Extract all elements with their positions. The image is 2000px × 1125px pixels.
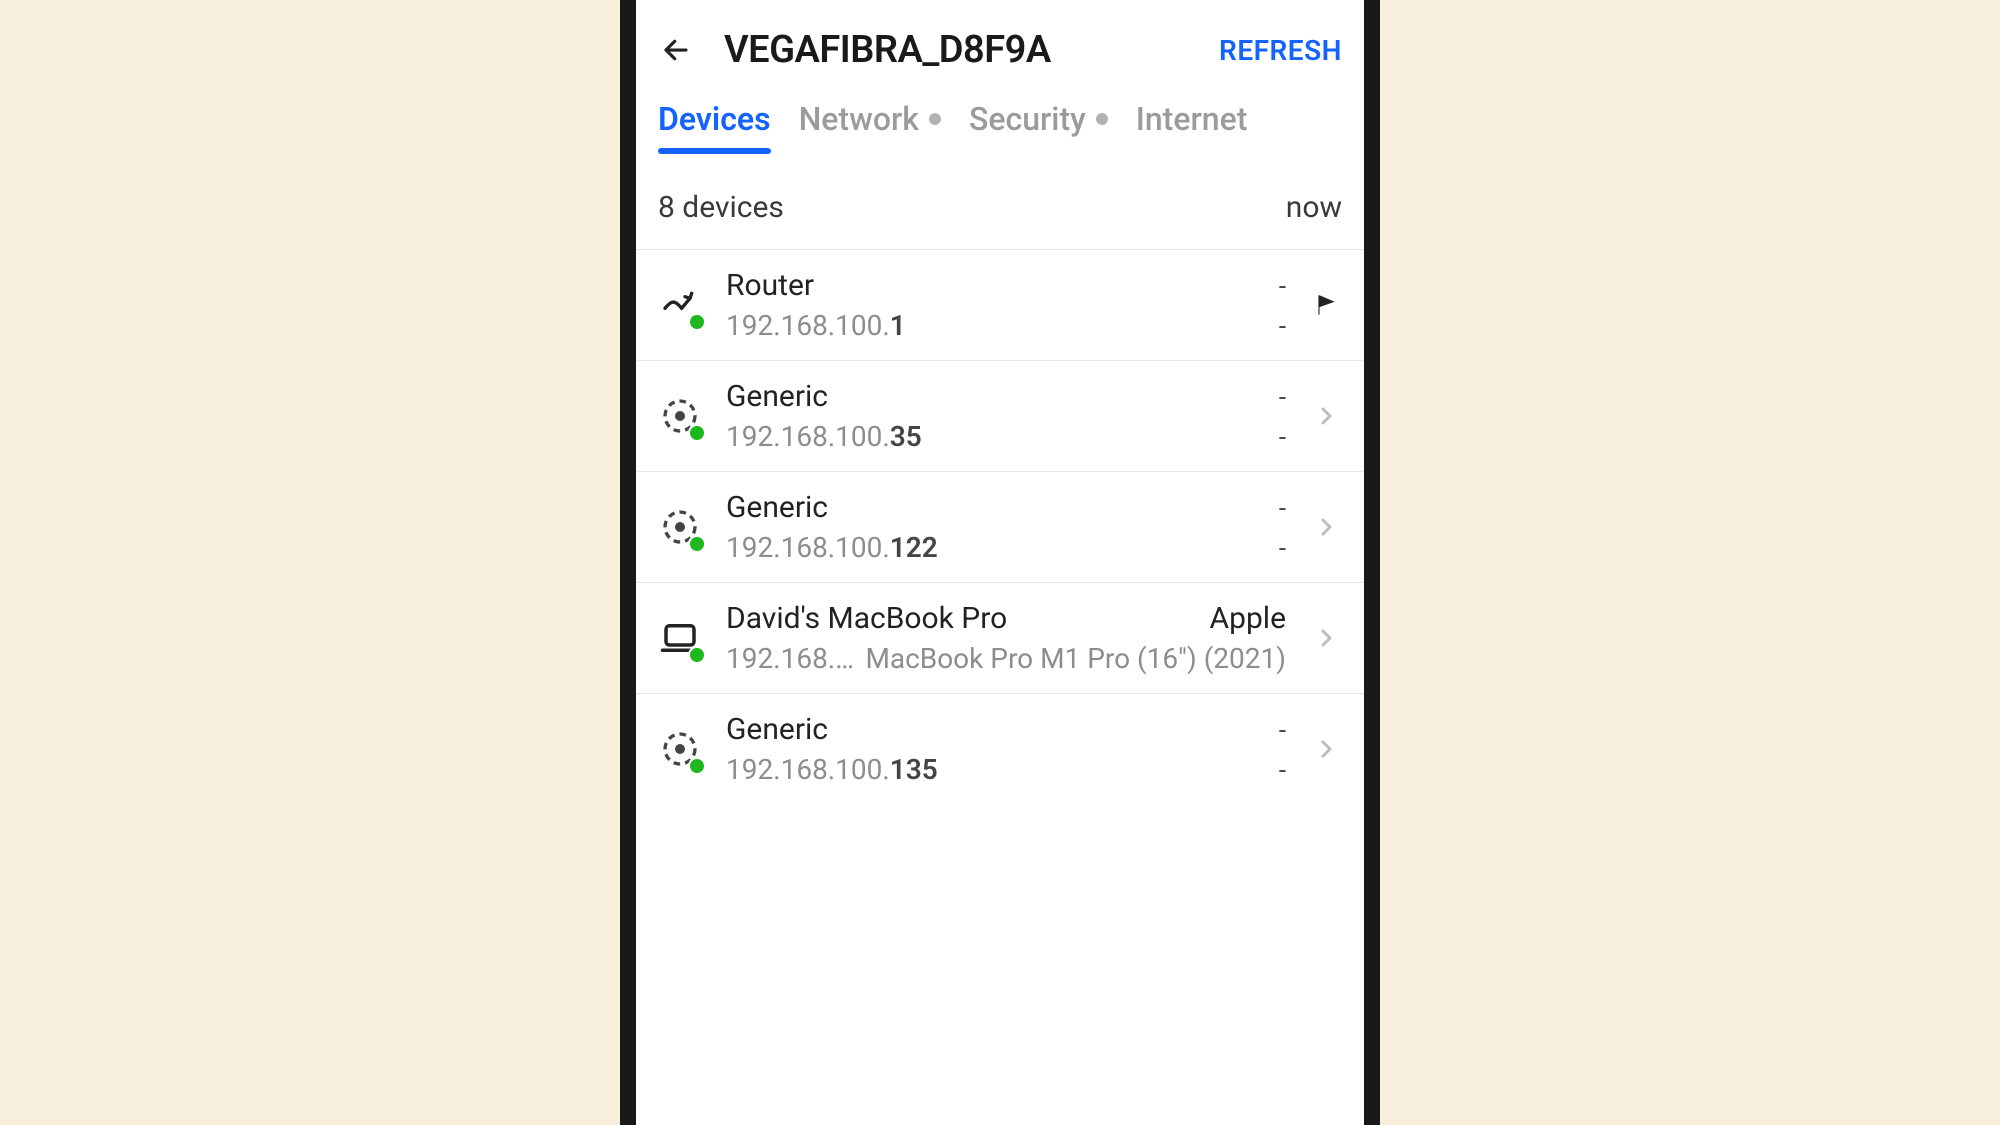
device-ip: 192.168.100.122 [726, 531, 938, 564]
device-icon-wrap [658, 505, 702, 549]
last-scan-time: now [1286, 190, 1342, 225]
arrow-left-icon [661, 35, 691, 65]
online-dot-icon [688, 757, 706, 775]
row-action-icon-wrap [1310, 737, 1342, 761]
device-model: - [1279, 312, 1286, 342]
device-vendor: Apple [1210, 601, 1286, 636]
tab-network[interactable]: Network [799, 100, 941, 152]
summary-row: 8 devices now [636, 152, 1364, 249]
tab-label: Internet [1136, 100, 1248, 138]
device-text: Generic - 192.168.100.135 - [726, 712, 1286, 786]
device-name: Generic [726, 712, 828, 747]
device-name: Generic [726, 490, 828, 525]
tab-security[interactable]: Security [969, 100, 1108, 152]
device-name: Router [726, 268, 814, 303]
device-vendor: - [1279, 383, 1286, 413]
device-ip: 192.168.100… [726, 642, 855, 675]
tab-label: Devices [658, 100, 771, 138]
tab-devices[interactable]: Devices [658, 100, 771, 152]
device-ip: 192.168.100.135 [726, 753, 938, 786]
chevron-right-icon [1314, 515, 1338, 539]
device-ip: 192.168.100.1 [726, 309, 906, 342]
device-ip: 192.168.100.35 [726, 420, 922, 453]
row-action-icon-wrap [1310, 404, 1342, 428]
device-icon-wrap [658, 283, 702, 327]
row-action-icon-wrap [1310, 626, 1342, 650]
back-button[interactable] [658, 32, 694, 68]
row-action-icon-wrap [1310, 292, 1342, 318]
device-name: David's MacBook Pro [726, 601, 1007, 636]
device-list: Router - 192.168.100.1 - [636, 249, 1364, 804]
device-model: - [1279, 756, 1286, 786]
tab-bar: Devices Network Security Internet [636, 90, 1364, 152]
device-vendor: - [1279, 494, 1286, 524]
online-dot-icon [688, 646, 706, 664]
online-dot-icon [688, 313, 706, 331]
refresh-button[interactable]: REFRESH [1219, 34, 1342, 67]
status-dot-icon [1096, 113, 1108, 125]
phone-frame: VEGAFIBRA_D8F9A REFRESH Devices Network … [620, 0, 1380, 1125]
device-vendor: - [1279, 272, 1286, 302]
chevron-right-icon [1314, 737, 1338, 761]
device-row-router[interactable]: Router - 192.168.100.1 - [636, 249, 1364, 360]
online-dot-icon [688, 535, 706, 553]
header: VEGAFIBRA_D8F9A REFRESH [636, 0, 1364, 90]
chevron-right-icon [1314, 626, 1338, 650]
device-row-macbook[interactable]: David's MacBook Pro Apple 192.168.100… M… [636, 582, 1364, 693]
device-icon-wrap [658, 616, 702, 660]
device-model: MacBook Pro M1 Pro (16") (2021) [865, 642, 1286, 675]
tab-internet[interactable]: Internet [1136, 100, 1248, 152]
device-text: David's MacBook Pro Apple 192.168.100… M… [726, 601, 1286, 675]
online-dot-icon [688, 424, 706, 442]
device-row-generic[interactable]: Generic - 192.168.100.35 - [636, 360, 1364, 471]
device-row-generic[interactable]: Generic - 192.168.100.122 - [636, 471, 1364, 582]
tab-label: Network [799, 100, 919, 138]
flag-icon [1313, 292, 1339, 318]
device-text: Generic - 192.168.100.35 - [726, 379, 1286, 453]
device-count: 8 devices [658, 190, 784, 225]
device-name: Generic [726, 379, 828, 414]
device-icon-wrap [658, 727, 702, 771]
app-screen: VEGAFIBRA_D8F9A REFRESH Devices Network … [636, 0, 1364, 1125]
device-model: - [1279, 534, 1286, 564]
device-row-generic[interactable]: Generic - 192.168.100.135 - [636, 693, 1364, 804]
device-text: Router - 192.168.100.1 - [726, 268, 1286, 342]
tab-label: Security [969, 100, 1086, 138]
device-model: - [1279, 423, 1286, 453]
chevron-right-icon [1314, 404, 1338, 428]
row-action-icon-wrap [1310, 515, 1342, 539]
device-vendor: - [1279, 716, 1286, 746]
device-icon-wrap [658, 394, 702, 438]
network-title: VEGAFIBRA_D8F9A [724, 28, 1219, 72]
device-text: Generic - 192.168.100.122 - [726, 490, 1286, 564]
status-dot-icon [929, 113, 941, 125]
